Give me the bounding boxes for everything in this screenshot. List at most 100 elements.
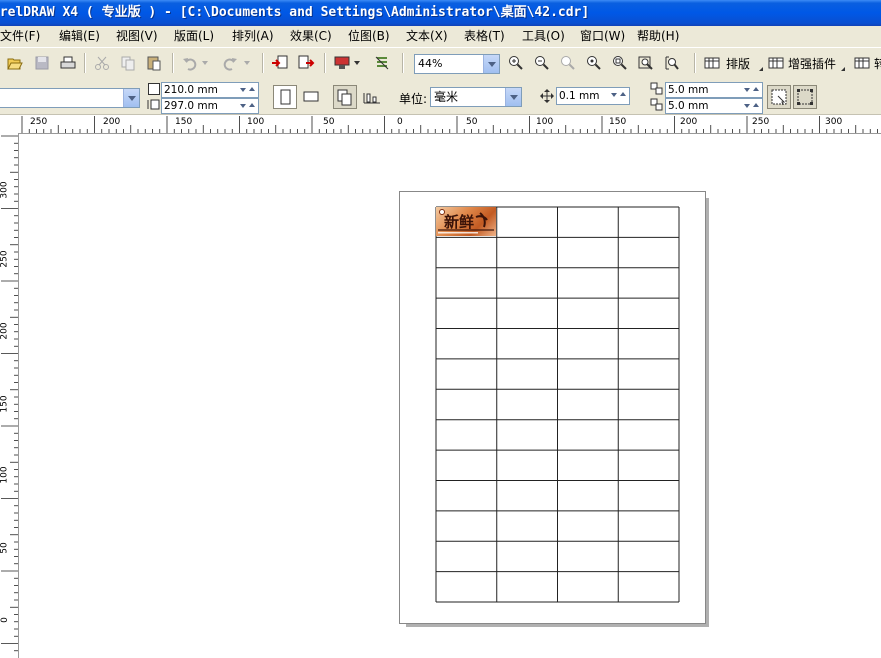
page-height-field[interactable]: 297.0 mm	[161, 98, 259, 114]
spin-arrows-icon[interactable]	[238, 99, 258, 113]
horizontal-ruler[interactable]: 250 200 150 100 50 0 50 100 150 200 250 …	[18, 115, 881, 134]
bounding-box-button[interactable]	[793, 85, 817, 109]
save-icon[interactable]	[32, 53, 52, 73]
plugin-dropdown-icon[interactable]	[840, 66, 846, 72]
label-table-grid	[435, 206, 680, 603]
portrait-button[interactable]	[273, 85, 297, 109]
menu-window[interactable]: 窗口(W)	[580, 28, 625, 44]
logo-label-image[interactable]: 新鲜	[436, 207, 496, 236]
spin-arrows-icon[interactable]	[742, 83, 762, 97]
menu-text[interactable]: 文本(X)	[406, 28, 448, 44]
page-width-field[interactable]: 210.0 mm	[161, 82, 259, 98]
chevron-down-icon[interactable]	[123, 89, 139, 107]
paper-preset-select[interactable]	[0, 88, 140, 108]
spin-arrows-icon[interactable]	[609, 88, 629, 104]
welcome-screen-icon[interactable]	[372, 53, 392, 73]
zoom-page-icon[interactable]	[610, 53, 630, 73]
menu-help[interactable]: 帮助(H)	[637, 28, 679, 44]
units-label: 单位:	[399, 92, 428, 106]
ruler-label: 100	[0, 466, 10, 484]
menu-layout[interactable]: 版面(L)	[174, 28, 214, 44]
ruler-label: 150	[0, 395, 10, 413]
menu-bar: 文件(F) 编辑(E) 视图(V) 版面(L) 排列(A) 效果(C) 位图(B…	[0, 26, 881, 46]
title-bar: orelDRAW X4 ( 专业版 ) - [C:\Documents and …	[0, 0, 881, 26]
duplicate-distance-x-field[interactable]: 5.0 mm	[665, 82, 763, 98]
ruler-label: 200	[0, 322, 10, 340]
menu-tools[interactable]: 工具(O)	[522, 28, 565, 44]
menu-bitmaps[interactable]: 位图(B)	[348, 28, 390, 44]
imposition-button[interactable]: 排版	[726, 55, 750, 72]
chevron-down-icon[interactable]	[505, 88, 521, 106]
truncated-tool-icon[interactable]	[852, 53, 872, 73]
zoom-level-value: 44%	[418, 57, 443, 70]
menu-view[interactable]: 视图(V)	[116, 28, 158, 44]
import-icon[interactable]	[270, 53, 290, 73]
menu-effects[interactable]: 效果(C)	[290, 28, 332, 44]
units-value: 毫米	[434, 90, 459, 104]
redo-icon[interactable]	[220, 53, 240, 73]
ruler-label: 200	[103, 117, 121, 127]
ruler-label: 250	[30, 117, 48, 127]
imposition-dropdown-icon[interactable]	[758, 66, 764, 72]
open-icon[interactable]	[5, 53, 25, 73]
vertical-ruler[interactable]: 300 250 200 150 100 50 0	[0, 133, 19, 658]
zoom-all-objects-icon[interactable]	[584, 53, 604, 73]
nudge-icon	[540, 89, 554, 103]
zoom-page-width-icon[interactable]	[636, 53, 656, 73]
spin-arrows-icon[interactable]	[238, 83, 258, 97]
zoom-selected-icon[interactable]	[558, 53, 578, 73]
duplicate-distance-y-field[interactable]: 5.0 mm	[665, 98, 763, 114]
menu-edit[interactable]: 编辑(E)	[59, 28, 100, 44]
chevron-down-icon[interactable]	[483, 55, 499, 73]
ruler-label: 300	[0, 181, 10, 199]
ruler-label: 100	[247, 117, 265, 127]
document-page[interactable]: 新鲜	[399, 191, 706, 624]
zoom-out-icon[interactable]	[532, 53, 552, 73]
standard-toolbar: 44% 排版 增强插件 转	[0, 47, 881, 80]
zoom-in-icon[interactable]	[506, 53, 526, 73]
ruler-label: 300	[825, 117, 843, 127]
ruler-label: 50	[323, 117, 335, 127]
truncated-tool-label[interactable]: 转	[874, 55, 881, 72]
spin-arrows-icon[interactable]	[742, 99, 762, 113]
application-launcher-icon[interactable]	[332, 53, 352, 73]
paste-icon[interactable]	[144, 53, 164, 73]
ruler-label: 150	[609, 117, 627, 127]
redo-dropdown-icon[interactable]	[242, 53, 252, 73]
property-bar: 210.0 mm 297.0 mm 单位: 毫米 0.1 mm 5.0 mm 5…	[0, 79, 881, 115]
menu-arrange[interactable]: 排列(A)	[232, 28, 274, 44]
undo-icon[interactable]	[180, 53, 200, 73]
ruler-label: 250	[0, 250, 10, 268]
launcher-dropdown-icon[interactable]	[352, 53, 362, 73]
window-title: orelDRAW X4 ( 专业版 ) - [C:\Documents and …	[0, 5, 590, 20]
logo-artwork	[438, 209, 494, 234]
label-table[interactable]	[435, 206, 680, 603]
zoom-page-height-icon[interactable]	[662, 53, 682, 73]
cut-icon[interactable]	[92, 53, 112, 73]
plugin-icon[interactable]	[766, 53, 786, 73]
ruler-label: 100	[536, 117, 554, 127]
ruler-label: 150	[175, 117, 193, 127]
ruler-label: 250	[752, 117, 770, 127]
duplicate-x-icon	[650, 82, 664, 96]
ruler-label: 50	[0, 542, 10, 554]
undo-dropdown-icon[interactable]	[200, 53, 210, 73]
nudge-distance-field[interactable]: 0.1 mm	[556, 87, 630, 105]
menu-table[interactable]: 表格(T)	[464, 28, 505, 44]
current-page-button[interactable]	[360, 85, 382, 107]
imposition-icon[interactable]	[702, 53, 722, 73]
duplicate-y-icon	[650, 98, 664, 112]
all-pages-button[interactable]	[333, 85, 357, 109]
export-icon[interactable]	[296, 53, 316, 73]
ruler-label: 200	[680, 117, 698, 127]
treat-as-filled-button[interactable]	[767, 85, 791, 109]
landscape-button[interactable]	[300, 85, 322, 107]
units-select[interactable]: 毫米	[430, 87, 522, 107]
zoom-level-select[interactable]: 44%	[414, 54, 500, 74]
menu-file[interactable]: 文件(F)	[0, 28, 40, 44]
plugin-button[interactable]: 增强插件	[788, 55, 836, 72]
ruler-origin[interactable]	[0, 115, 19, 134]
page-width-icon	[148, 83, 160, 95]
print-icon[interactable]	[58, 53, 78, 73]
copy-icon[interactable]	[118, 53, 138, 73]
